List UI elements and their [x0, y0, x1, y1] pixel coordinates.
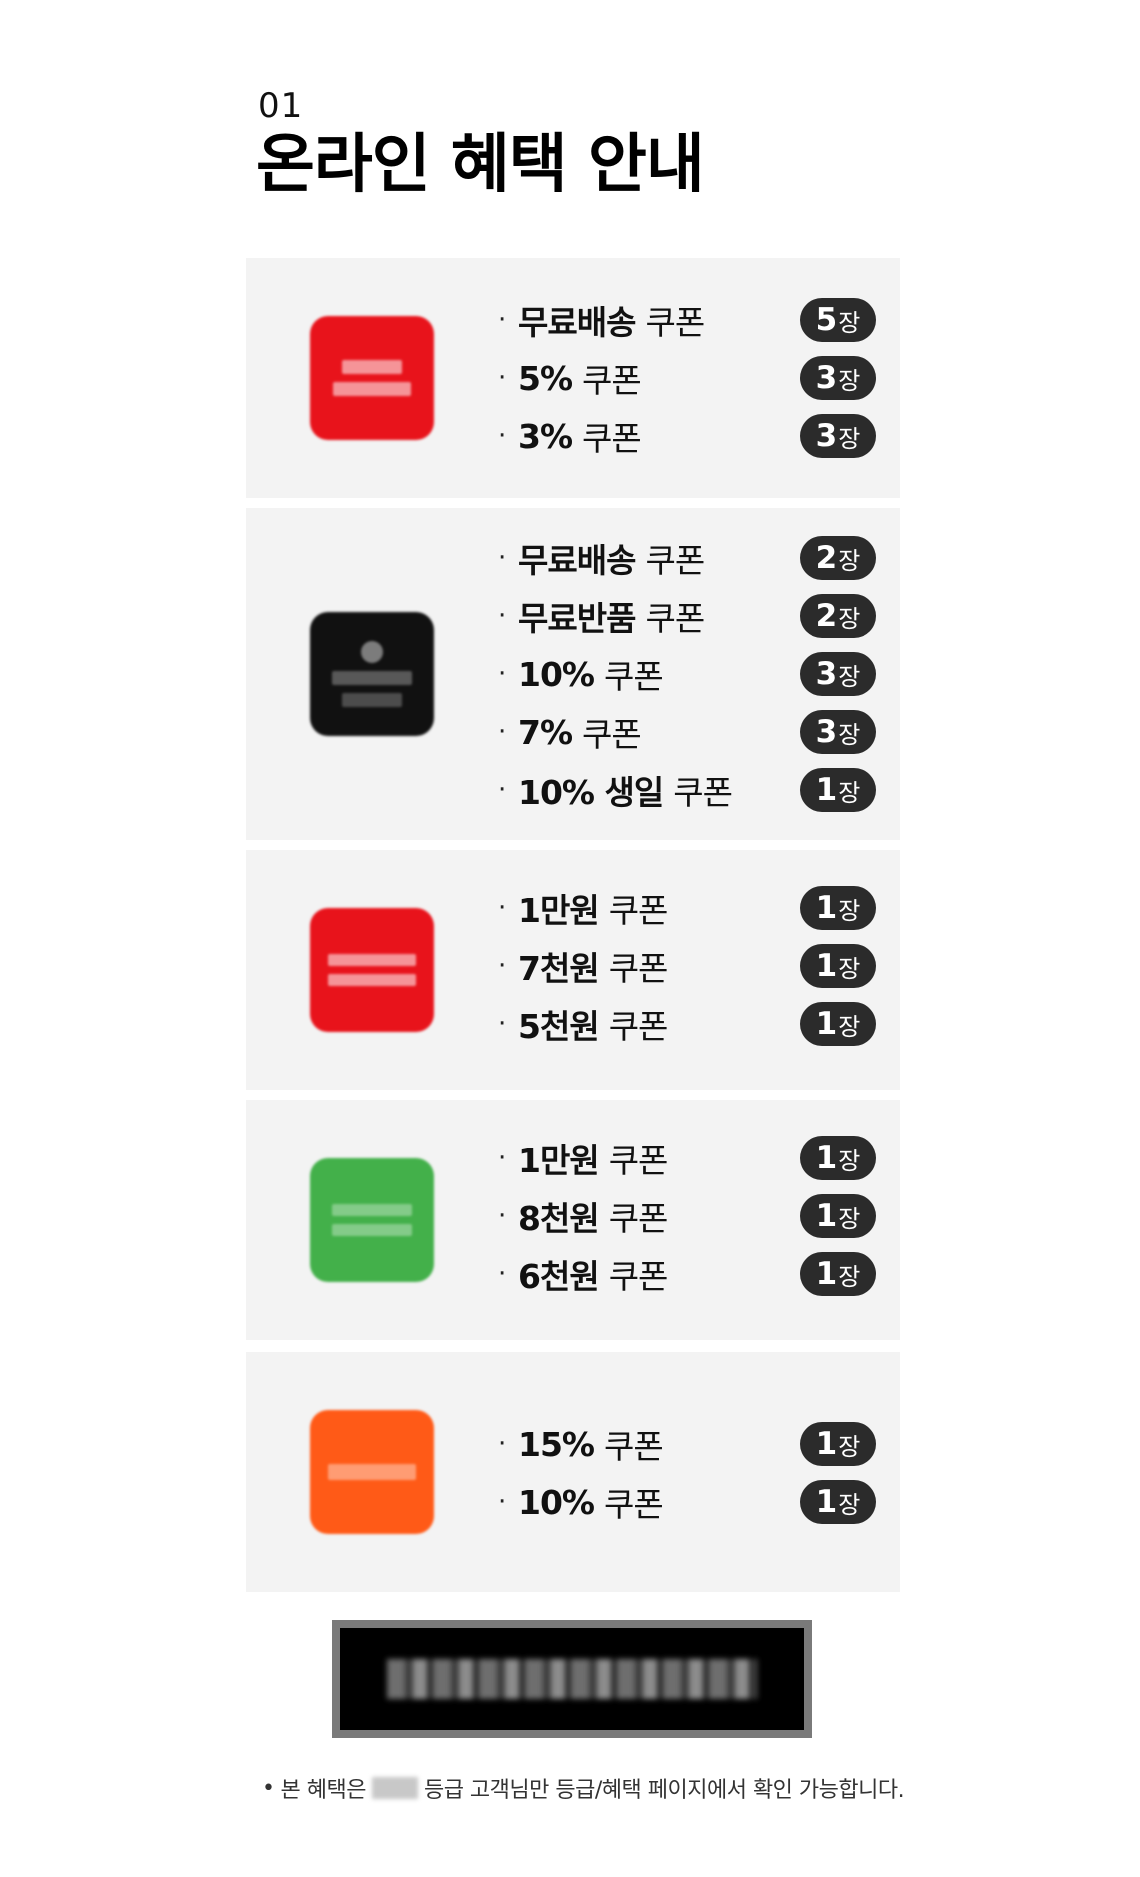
coupon-label: 쿠폰	[608, 891, 669, 930]
coupon-row: · 7% 쿠폰 3장	[498, 710, 876, 754]
coupon-label: 쿠폰	[673, 773, 733, 812]
coupon-row: · 15% 쿠폰 1장	[498, 1422, 876, 1466]
brand-logo-icon	[310, 612, 434, 736]
count-badge: 3장	[800, 414, 876, 458]
count-badge: 3장	[800, 356, 876, 400]
coupon-row: · 무료반품 쿠폰 2장	[498, 594, 876, 638]
coupon-row: · 10% 생일 쿠폰 1장	[498, 768, 876, 812]
coupon-name: 1만원	[518, 891, 600, 930]
coupon-label: 쿠폰	[608, 1007, 669, 1046]
page-title: 온라인 혜택 안내	[256, 128, 705, 202]
benefit-panel-5: · 15% 쿠폰 1장 · 10% 쿠폰 1장	[246, 1352, 900, 1592]
coupon-row: · 3% 쿠폰 3장	[498, 414, 876, 458]
brand-logo-icon	[310, 1410, 434, 1534]
count-badge: 1장	[800, 944, 876, 988]
coupon-label: 쿠폰	[608, 949, 669, 988]
section-number: 01	[258, 86, 304, 126]
coupon-name: 3%	[518, 416, 573, 456]
coupon-name: 8천원	[518, 1199, 600, 1238]
coupon-row: · 무료배송 쿠폰 2장	[498, 536, 876, 580]
coupon-label: 쿠폰	[645, 541, 705, 580]
redacted-label	[387, 1659, 757, 1699]
coupon-name: 1만원	[518, 1141, 600, 1180]
brand-logo-icon	[310, 316, 434, 440]
count-badge: 3장	[800, 710, 876, 754]
redacted-grade	[371, 1777, 418, 1799]
brand-logo-icon	[310, 908, 434, 1032]
coupon-row: · 5천원 쿠폰 1장	[498, 1002, 876, 1046]
coupon-name: 15%	[518, 1424, 595, 1464]
coupon-name: 10% 생일	[518, 773, 664, 812]
coupon-label: 쿠폰	[608, 1141, 669, 1180]
benefit-panel-2: · 무료배송 쿠폰 2장 · 무료반품 쿠폰 2장 · 10% 쿠폰 3장 · …	[246, 508, 900, 840]
count-badge: 1장	[800, 1422, 876, 1466]
coupon-row: · 1만원 쿠폰 1장	[498, 1136, 876, 1180]
coupon-label: 쿠폰	[608, 1257, 669, 1296]
count-badge: 1장	[800, 1194, 876, 1238]
coupon-name: 5%	[518, 358, 573, 398]
count-badge: 5장	[800, 298, 876, 342]
coupon-row: · 5% 쿠폰 3장	[498, 356, 876, 400]
count-badge: 1장	[800, 1136, 876, 1180]
coupon-label: 쿠폰	[645, 303, 705, 342]
coupon-row: · 8천원 쿠폰 1장	[498, 1194, 876, 1238]
count-badge: 1장	[800, 1252, 876, 1296]
coupon-name: 무료배송	[518, 541, 636, 580]
coupon-row: · 6천원 쿠폰 1장	[498, 1252, 876, 1296]
coupon-name: 7천원	[518, 949, 600, 988]
coupon-label: 쿠폰	[645, 599, 705, 638]
count-badge: 2장	[800, 594, 876, 638]
note-bullet: •	[262, 1775, 275, 1801]
coupon-row: · 10% 쿠폰 3장	[498, 652, 876, 696]
count-badge: 1장	[800, 1480, 876, 1524]
coupon-row: · 10% 쿠폰 1장	[498, 1480, 876, 1524]
coupon-row: · 7천원 쿠폰 1장	[498, 944, 876, 988]
coupon-name: 무료반품	[518, 599, 636, 638]
coupon-label: 쿠폰	[604, 1427, 664, 1466]
footnote: • 본 혜택은 등급 고객님만 등급/혜택 페이지에서 확인 가능합니다.	[262, 1772, 905, 1804]
coupon-label: 쿠폰	[582, 361, 642, 400]
coupon-name: 6천원	[518, 1257, 600, 1296]
coupon-label: 쿠폰	[608, 1199, 669, 1238]
brand-logo-icon	[310, 1158, 434, 1282]
coupon-name: 10%	[518, 1482, 595, 1522]
benefit-panel-4: · 1만원 쿠폰 1장 · 8천원 쿠폰 1장 · 6천원 쿠폰 1장	[246, 1100, 900, 1340]
coupon-label: 쿠폰	[604, 657, 664, 696]
count-badge: 1장	[800, 886, 876, 930]
count-badge: 2장	[800, 536, 876, 580]
benefit-panel-3: · 1만원 쿠폰 1장 · 7천원 쿠폰 1장 · 5천원 쿠폰 1장	[246, 850, 900, 1090]
count-badge: 1장	[800, 1002, 876, 1046]
coupon-name: 7%	[518, 712, 573, 752]
coupon-name: 5천원	[518, 1007, 600, 1046]
count-badge: 1장	[800, 768, 876, 812]
coupon-name: 10%	[518, 654, 595, 694]
benefit-page-button[interactable]	[332, 1620, 812, 1738]
coupon-label: 쿠폰	[582, 715, 642, 754]
coupon-label: 쿠폰	[604, 1485, 664, 1524]
coupon-label: 쿠폰	[582, 419, 642, 458]
count-badge: 3장	[800, 652, 876, 696]
coupon-name: 무료배송	[518, 303, 636, 342]
coupon-row: · 1만원 쿠폰 1장	[498, 886, 876, 930]
note-suffix: 등급 고객님만 등급/혜택 페이지에서 확인 가능합니다.	[423, 1778, 905, 1803]
note-prefix: 본 혜택은	[280, 1778, 366, 1803]
coupon-row: · 무료배송 쿠폰 5장	[498, 298, 876, 342]
benefit-panel-1: · 무료배송 쿠폰 5장 · 5% 쿠폰 3장 · 3% 쿠폰 3장	[246, 258, 900, 498]
